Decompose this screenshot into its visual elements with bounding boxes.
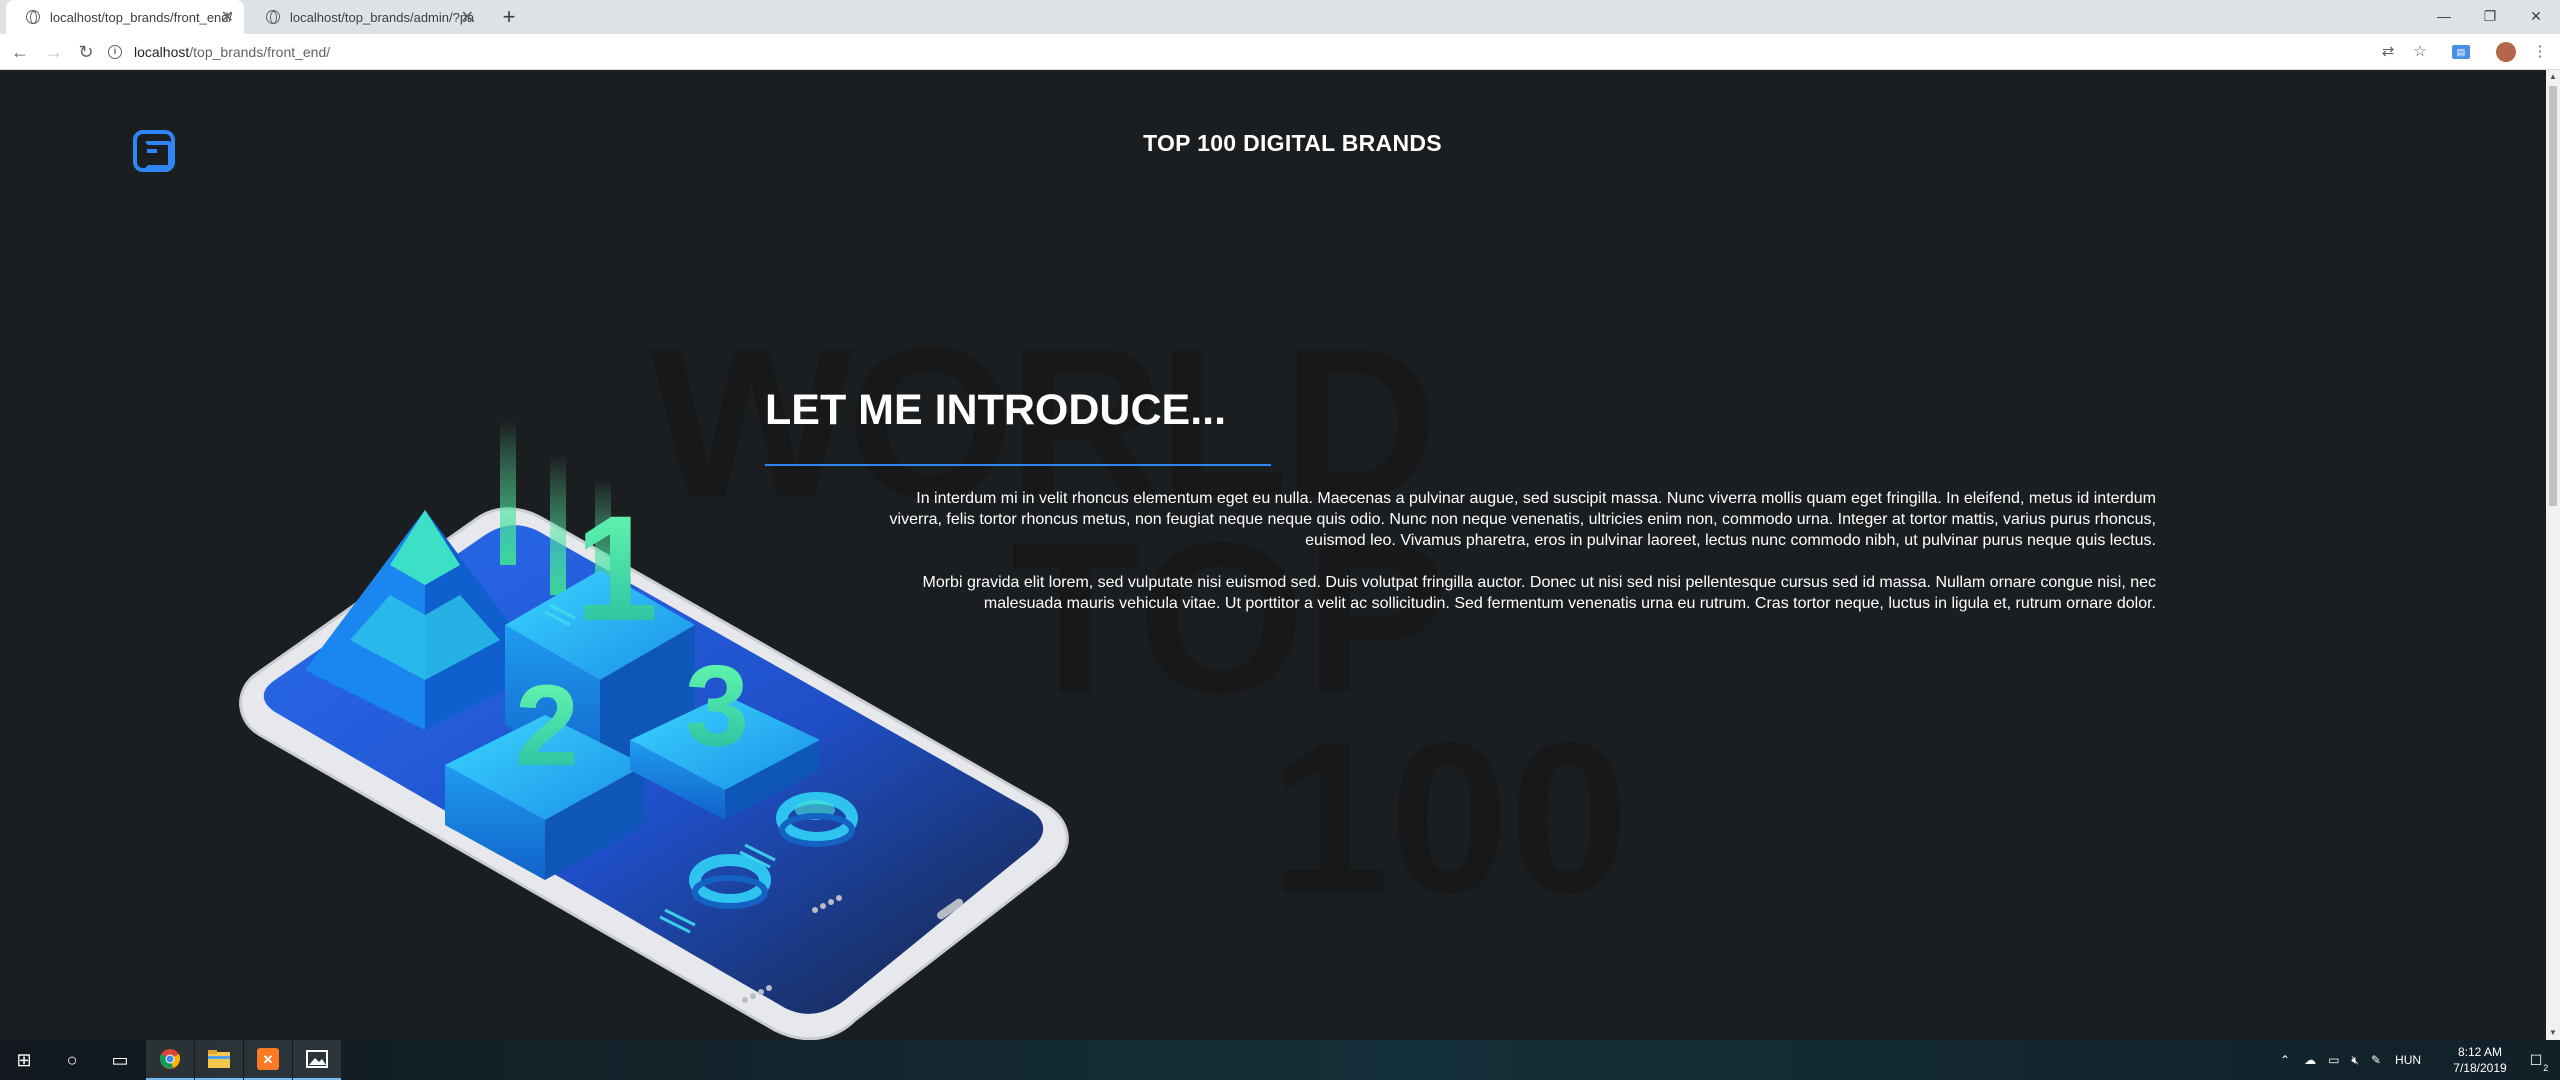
file-explorer-icon[interactable] [195,1040,243,1080]
intro-heading: LET ME INTRODUCE... [765,386,1227,434]
intro-paragraph-1: In interdum mi in velit rhoncus elementu… [889,490,2156,549]
browser-toolbar: ← → ↻ i localhost/top_brands/front_end/ … [0,34,2560,70]
address-bar[interactable]: i localhost/top_brands/front_end/ [108,38,2358,66]
clock-time: 8:12 AM [2457,1045,2503,1059]
back-icon[interactable]: ← [8,40,32,64]
chevron-up-icon[interactable]: ⌃ [2280,1053,2290,1067]
onedrive-icon[interactable]: ☁ [2304,1053,2316,1067]
restore-icon[interactable]: ❐ [2475,4,2505,28]
xampp-icon[interactable]: ✕ [244,1040,292,1080]
heading-underline [765,464,1271,466]
speaker-icon[interactable]: 🔇︎ [2351,1053,2359,1068]
extension-icon[interactable]: ▤ [2452,45,2470,59]
task-view-icon[interactable]: ▭ [96,1040,144,1080]
svg-text:✕: ✕ [263,1052,274,1067]
reload-icon[interactable]: ↻ [74,40,98,64]
tab-front-end[interactable]: localhost/top_brands/front_end/ ✕ [6,0,244,34]
globe-icon [266,10,280,24]
page-viewport: TOP 100 DIGITAL BRANDS WORLD TOP 100 1 2… [0,70,2546,1040]
windows-taskbar: ⊞ ○ ▭ ✕ ⌃ ☁ ▭ 🔇︎ ✎ HUN 8:12 AM 7/18/2019… [0,1040,2560,1080]
clock[interactable]: 8:12 AM 7/18/2019 [2440,1044,2520,1076]
minimize-icon[interactable]: — [2429,4,2459,28]
bg-word-100: 100 [1270,697,1629,938]
intro-paragraph-2: Morbi gravida elit lorem, sed vulputate … [922,574,2156,612]
globe-icon [26,10,40,24]
photos-icon[interactable] [293,1040,341,1080]
forward-icon[interactable]: → [42,40,66,64]
bookmark-star-icon[interactable]: ☆ [2410,42,2430,62]
info-icon[interactable]: i [108,45,122,59]
translate-icon[interactable]: ⇄ [2378,42,2398,62]
search-icon[interactable]: ○ [48,1040,96,1080]
tab-label: localhost/top_brands/front_end/ [50,9,233,25]
podium-number-2: 2 [515,662,579,790]
window-close-icon[interactable]: ✕ [2521,4,2551,28]
browser-tab-bar: localhost/top_brands/front_end/ ✕ localh… [0,0,2560,34]
close-icon[interactable]: ✕ [221,7,234,27]
notification-center-icon[interactable]: ☐ 2 [2512,1040,2560,1080]
page-scrollbar[interactable]: ▲ ▼ [2546,70,2560,1040]
clock-date: 7/18/2019 [2453,1061,2507,1075]
chart-bar-graphic [550,455,566,595]
language-indicator[interactable]: HUN [2395,1053,2421,1067]
site-title: TOP 100 DIGITAL BRANDS [1143,130,1442,156]
url-host: localhost [134,44,190,60]
battery-icon[interactable]: ▭ [2328,1053,2339,1067]
scroll-thumb[interactable] [2549,86,2557,506]
tab-label: localhost/top_brands/admin/?pa [290,9,475,25]
site-logo[interactable] [133,130,175,172]
scroll-up-icon[interactable]: ▲ [2546,70,2560,84]
tab-admin[interactable]: localhost/top_brands/admin/?pa ✕ [246,0,484,34]
notification-count: 2 [2543,1062,2549,1073]
menu-icon[interactable]: ⋮ [2530,42,2550,62]
new-tab-button[interactable]: + [496,4,522,30]
avatar[interactable] [2496,42,2516,62]
phone-illustration: 1 2 3 [239,420,1069,1040]
podium-number-1: 1 [575,484,658,652]
chrome-icon[interactable] [146,1040,194,1080]
podium-number-3: 3 [685,642,749,770]
scroll-down-icon[interactable]: ▼ [2546,1026,2560,1040]
url-path: /top_brands/front_end/ [189,44,331,60]
chart-bar-graphic [500,420,516,565]
pen-icon[interactable]: ✎ [2371,1053,2381,1067]
windows-start-icon[interactable]: ⊞ [0,1040,48,1080]
close-icon[interactable]: ✕ [461,7,474,27]
system-tray: ⌃ ☁ ▭ 🔇︎ ✎ HUN [2280,1040,2421,1080]
